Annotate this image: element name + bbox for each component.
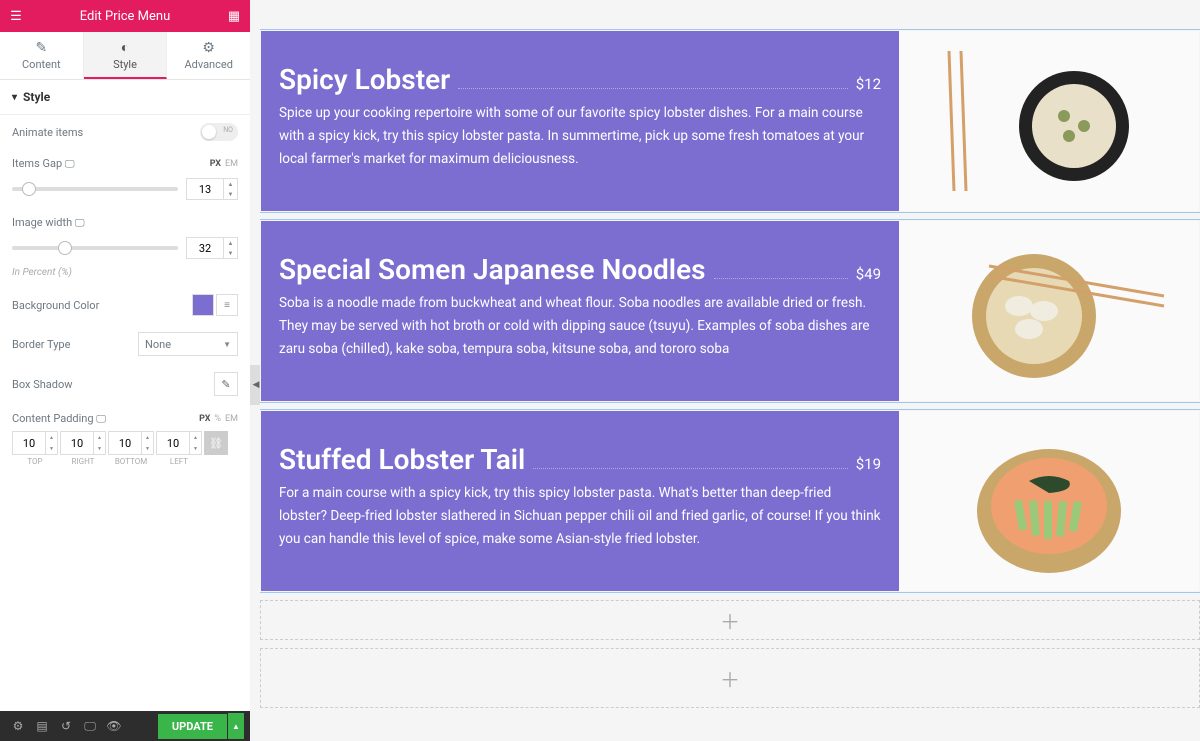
hamburger-icon[interactable]: ☰ (8, 9, 24, 24)
border-label: Border Type (12, 338, 70, 351)
add-section-button[interactable]: ＋ (260, 600, 1200, 640)
gear-icon: ⚙ (202, 40, 215, 56)
food-illustration (919, 221, 1179, 401)
chevron-down-icon: ▾ (12, 92, 17, 103)
item-description: Soba is a noodle made from buckwheat and… (279, 292, 881, 361)
imgw-stepper[interactable]: ▲▼ (224, 237, 238, 259)
menu-item[interactable]: Spicy Lobster $12 Spice up your cooking … (260, 30, 1200, 212)
food-illustration (919, 31, 1179, 211)
responsive-icon[interactable]: 🖵 (65, 159, 75, 170)
item-title: Special Somen Japanese Noodles (279, 253, 706, 286)
add-section-button[interactable]: ＋ (260, 648, 1200, 708)
bgcolor-label: Background Color (12, 299, 99, 312)
item-price: $49 (856, 265, 881, 283)
bgcolor-swatch[interactable] (192, 294, 214, 316)
menu-content: Spicy Lobster $12 Spice up your cooking … (261, 31, 899, 211)
gap-input[interactable] (186, 178, 224, 200)
update-button[interactable]: UPDATE (158, 714, 227, 739)
food-illustration (919, 411, 1179, 591)
chevron-down-icon: ▼ (223, 340, 231, 349)
responsive-icon[interactable]: 🖵 (75, 218, 85, 229)
item-image (899, 31, 1199, 211)
tab-style[interactable]: ◐ Style (84, 32, 168, 79)
item-description: For a main course with a spicy kick, try… (279, 482, 881, 551)
responsive-mode-icon[interactable]: 🖵 (78, 719, 102, 734)
history-icon[interactable]: ↺ (54, 719, 78, 733)
menu-content: Stuffed Lobster Tail $19 For a main cour… (261, 411, 899, 591)
navigator-icon[interactable]: ▤ (30, 719, 54, 733)
gap-slider[interactable] (12, 187, 178, 191)
item-image (899, 221, 1199, 401)
unit-em[interactable]: EM (225, 414, 238, 424)
widgets-grid-icon[interactable]: ▦ (226, 9, 242, 24)
tab-content[interactable]: ✎ Content (0, 32, 84, 79)
sidebar-header: ☰ Edit Price Menu ▦ (0, 0, 250, 32)
settings-icon[interactable]: ⚙ (6, 719, 30, 733)
bottom-bar: ⚙ ▤ ↺ 🖵 👁 UPDATE ▲ (0, 711, 250, 741)
item-price: $19 (856, 455, 881, 473)
tab-label: Style (113, 58, 137, 71)
update-dropdown[interactable]: ▲ (228, 713, 244, 739)
editor-sidebar: ☰ Edit Price Menu ▦ ✎ Content ◐ Style ⚙ … (0, 0, 250, 741)
unit-px[interactable]: PX (210, 159, 221, 169)
item-price: $12 (856, 75, 881, 93)
padding-top-input[interactable] (12, 431, 46, 455)
tab-label: Advanced (184, 58, 232, 71)
menu-item[interactable]: Stuffed Lobster Tail $19 For a main cour… (260, 410, 1200, 592)
bgcolor-picker-btn[interactable]: ≡ (216, 294, 238, 316)
pencil-icon: ✎ (35, 40, 47, 56)
tab-label: Content (22, 58, 61, 71)
panel-title: Edit Price Menu (24, 9, 226, 24)
menu-item[interactable]: Special Somen Japanese Noodles $49 Soba … (260, 220, 1200, 402)
animate-toggle[interactable]: NO (200, 123, 238, 141)
padding-link-button[interactable]: ⛓ (204, 431, 228, 455)
border-select[interactable]: None ▼ (138, 332, 238, 356)
shadow-edit-button[interactable]: ✎ (214, 372, 238, 396)
padding-left-input[interactable] (156, 431, 190, 455)
imgw-slider[interactable] (12, 246, 178, 250)
shadow-label: Box Shadow (12, 378, 73, 391)
panel-tabs: ✎ Content ◐ Style ⚙ Advanced (0, 32, 250, 80)
item-image (899, 411, 1199, 591)
unit-pct[interactable]: % (214, 414, 221, 424)
menu-content: Special Somen Japanese Noodles $49 Soba … (261, 221, 899, 401)
preview-area: Spicy Lobster $12 Spice up your cooking … (260, 0, 1200, 741)
preview-icon[interactable]: 👁 (102, 719, 126, 733)
controls-panel: ▾ Style Animate items NO Items Gap 🖵 PX E… (0, 80, 250, 711)
padding-bottom-input[interactable] (108, 431, 142, 455)
imgw-input[interactable] (186, 237, 224, 259)
item-title: Stuffed Lobster Tail (279, 443, 525, 476)
tab-advanced[interactable]: ⚙ Advanced (167, 32, 250, 79)
imgw-label: Image width 🖵 (12, 216, 85, 229)
contrast-icon: ◐ (121, 39, 129, 56)
animate-label: Animate items (12, 126, 83, 139)
gap-units: PX EM (206, 159, 238, 169)
section-header[interactable]: ▾ Style (0, 80, 250, 115)
unit-px[interactable]: PX (199, 414, 210, 424)
gap-stepper[interactable]: ▲▼ (224, 178, 238, 200)
padding-units: PX% EM (195, 414, 238, 424)
item-title: Spicy Lobster (279, 63, 450, 96)
section-title: Style (23, 90, 50, 104)
item-description: Spice up your cooking repertoire with so… (279, 102, 881, 171)
padding-label: Content Padding 🖵 (12, 412, 106, 425)
unit-em[interactable]: EM (225, 159, 238, 169)
gap-label: Items Gap 🖵 (12, 157, 75, 170)
padding-right-input[interactable] (60, 431, 94, 455)
responsive-icon[interactable]: 🖵 (96, 414, 106, 425)
imgw-hint: In Percent (%) (0, 267, 250, 286)
